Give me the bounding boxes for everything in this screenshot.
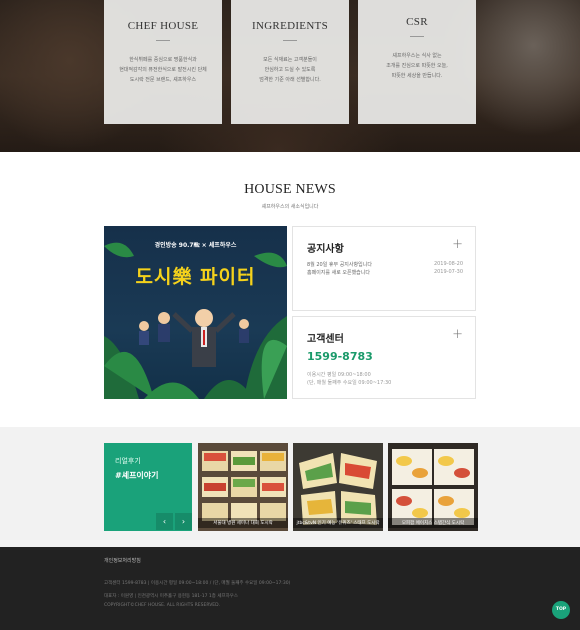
promo-banner[interactable]: 경인방송 90.7㎒ × 셰프하우스 도시樂 파이터 (104, 226, 287, 399)
notice-title: 공지사항 (307, 244, 344, 255)
next-arrow-button[interactable]: › (175, 513, 192, 530)
privacy-policy-link[interactable]: 개인정보처리방침 (104, 557, 141, 564)
review-photo[interactable]: jtbc&tvN 인기 예능 '유퀴즈' 스태프 도시락 (293, 443, 383, 531)
review-photo[interactable]: 서울대 병원 세미나 대회 도시락 (198, 443, 288, 531)
notice-date: 2019-07-30 (433, 269, 463, 275)
divider (283, 40, 297, 41)
reviews-section (0, 427, 580, 547)
news-subheading: 셰프하우스의 새소식입니다 (261, 204, 319, 210)
desc-line: 셰프하우스는 식사 없는 (392, 53, 442, 59)
card-description: 한식뷔페를 중심으로 명품한식과 현대적감각의 퓨전한식으로 발전시킨 단체 도… (104, 55, 222, 85)
divider (156, 40, 170, 41)
card-description: 셰프하우스는 식사 없는 조개를 진심으로 따뜻한 오늘, 따뜻한 세상을 만듭… (358, 51, 476, 81)
prev-arrow-button[interactable]: ‹ (156, 513, 173, 530)
customer-center-title: 고객센터 (307, 334, 344, 345)
desc-line: 모든 식재료는 고객분들이 (263, 57, 317, 63)
reviews-hashtag: #셰프이야기 (115, 471, 159, 480)
brand-section: CHEF HOUSE 한식뷔페를 중심으로 명품한식과 현대적감각의 퓨전한식으… (0, 0, 580, 152)
notice-date: 2019-08-20 (433, 261, 463, 267)
card-title: CHEF HOUSE (127, 20, 199, 32)
customer-more-button[interactable]: + (452, 327, 463, 342)
footer-address: 대표자 : 이원영 | 인천광역시 미추홀구 용현동 181-17 1층 셰프하… (104, 594, 239, 599)
card-title: CSR (406, 16, 428, 28)
card-title: INGREDIENTS (251, 20, 328, 32)
desc-line: 한식뷔페를 중심으로 명품한식과 (129, 57, 197, 63)
notice-panel: 공지사항 + 8월 20일 휴무 공지사항입니다 2019-08-20 홈페이지… (292, 226, 476, 311)
brand-card-chef-house: CHEF HOUSE 한식뷔페를 중심으로 명품한식과 현대적감각의 퓨전한식으… (104, 0, 222, 124)
card-description: 모든 식재료는 고객분들이 안심하고 드실 수 있도록 엄격한 기준 아래 선별… (231, 55, 349, 85)
banner-illustration (104, 242, 287, 399)
notice-more-button[interactable]: + (452, 237, 463, 252)
photo-caption: 서울대 병원 세미나 대회 도시락 (198, 518, 288, 528)
desc-line: 따뜻한 세상을 만듭니다. (391, 73, 443, 79)
photo-caption: 모피팜 에이치스 스탭간식 도시락 (388, 518, 478, 528)
brand-card-ingredients: INGREDIENTS 모든 식재료는 고객분들이 안심하고 드실 수 있도록 … (231, 0, 349, 124)
footer: 개인정보처리방침 고객센터 1599-8783 | 이용시간 평일 09:00~… (0, 547, 580, 630)
desc-line: 엄격한 기준 아래 선별합니다. (259, 77, 321, 83)
brand-card-csr: CSR 셰프하우스는 식사 없는 조개를 진심으로 따뜻한 오늘, 따뜻한 세상… (358, 0, 476, 124)
notice-item[interactable]: 8월 20일 휴무 공지사항입니다 (307, 261, 372, 268)
reviews-label: 리얼후기 (115, 457, 141, 465)
photo-caption: jtbc&tvN 인기 예능 '유퀴즈' 스태프 도시락 (293, 518, 383, 528)
news-heading: HOUSE NEWS (244, 182, 336, 197)
divider (410, 36, 424, 37)
desc-line: 현대적감각의 퓨전한식으로 발전시킨 단체 (119, 67, 207, 73)
notice-item[interactable]: 홈페이지를 새로 오픈했습니다 (307, 269, 370, 276)
hours-line: (단, 매월 둘째주 수요일 09:00~17:30 (307, 380, 392, 386)
scroll-top-button[interactable]: TOP (552, 601, 570, 619)
desc-line: 조개를 진심으로 따뜻한 오늘, (386, 63, 448, 69)
footer-contact: 고객센터 1599-8783 | 이용시간 평일 09:00~18:00 / (… (104, 581, 291, 586)
phone-number[interactable]: 1599-8783 (307, 350, 373, 363)
review-photo[interactable]: 모피팜 에이치스 스탭간식 도시락 (388, 443, 478, 531)
desc-line: 안심하고 드실 수 있도록 (264, 67, 316, 73)
hours-line: 이용시간 평일 09:00~18:00 (307, 372, 371, 378)
desc-line: 도시락 전문 브랜드, 셰프하우스 (129, 77, 197, 83)
footer-copyright: COPYRIGHT©CHEF HOUSE. ALL RIGHTS RESERVE… (104, 603, 221, 608)
customer-center-panel: 고객센터 + 1599-8783 이용시간 평일 09:00~18:00 (단,… (292, 316, 476, 399)
